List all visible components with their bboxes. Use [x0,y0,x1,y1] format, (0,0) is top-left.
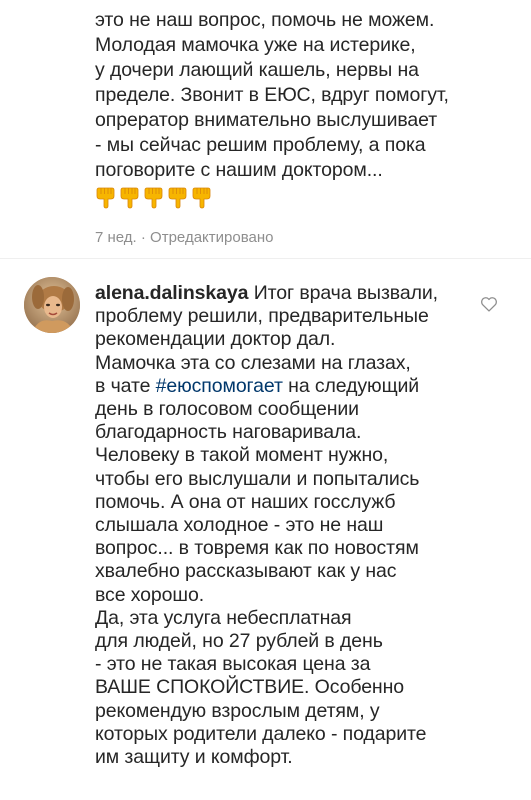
comment-username[interactable]: alena.dalinskaya [95,282,249,304]
comment-text: на следующий [282,374,420,397]
comment-text-line: у дочери лающий кашель, нервы на [95,59,419,81]
comment-previous: это не наш вопрос, помочь не можем. Моло… [95,8,515,247]
comment-text-line: вопрос... в товремя как по новостям [95,537,419,560]
comment-reply: alena.dalinskaya Итог врача вызвали, про… [95,282,475,769]
comment-text-line: чтобы его выслушали и попытались [95,467,420,490]
backhand-index-pointing-down-icon [191,187,212,209]
divider [0,258,531,259]
comment-text-line: для людей, но 27 рублей в день [95,630,383,653]
comment-text-line: Да, эта услуга небесплатная [95,606,352,629]
comment-text-line: благодарность наговаривала. [95,421,362,444]
comment-text-line: alena.dalinskaya Итог врача вызвали, [95,282,475,305]
avatar[interactable] [24,277,80,333]
comment-text-line: помочь. А она от наших госслужб [95,490,396,513]
comment-text-line: день в голосовом сообщении [95,398,359,421]
comment-text-line: им защиту и комфорт. [95,746,293,769]
comment-text-line: слышала холодное - это не наш [95,514,384,537]
comment-text-line: все хорошо. [95,583,205,606]
emoji-row [95,185,515,211]
comment-text-line: поговорите с нашим доктором... [95,159,383,181]
comment-text: в чате [95,374,156,397]
comment-text-line: пределе. Звонит в ЕЮС, вдруг помогут, [95,84,449,106]
hashtag-link[interactable]: #еюспомогает [156,375,283,397]
comment-text-line: рекомендации доктор дал. [95,328,336,351]
backhand-index-pointing-down-icon [119,187,140,209]
backhand-index-pointing-down-icon [143,187,164,209]
comment-text-block: день в голосовом сообщении благодарность … [95,398,475,769]
backhand-index-pointing-down-icon [167,187,188,209]
comment-text-line: - это не такая высокая цена за [95,653,371,676]
comment-text-line: хвалебно рассказывают как у нас [95,560,397,583]
comment-text-line: рекомендую взрослым детям, у [95,699,380,722]
comment-text: Итог врача вызвали, [248,282,438,304]
heart-outline-icon[interactable] [480,296,498,312]
comment-text-line: это не наш вопрос, помочь не можем. [95,9,435,31]
comment-text-line: опрератор внимательно выслушивает [95,109,438,131]
comment-text-line: - мы сейчас решим проблему, а пока [95,134,426,156]
comment-text-line: проблему решили, предварительные [95,305,429,328]
comment-text-line: которых родители далеко - подарите [95,722,427,745]
comment-text-line: Молодая мамочка уже на истерике, [95,34,416,56]
comment-text-line: Человеку в такой момент нужно, [95,444,389,467]
backhand-index-pointing-down-icon [95,187,116,209]
comment-text-line: ВАШЕ СПОКОЙСТВИЕ. Особенно [95,676,405,699]
comment-text-line: в чате #еюспомогает на следующий [95,375,475,398]
comment-meta[interactable]: 7 нед. · Отредактировано [95,229,515,247]
comment-text-line: Мамочка эта со слезами на глазах, [95,351,411,374]
